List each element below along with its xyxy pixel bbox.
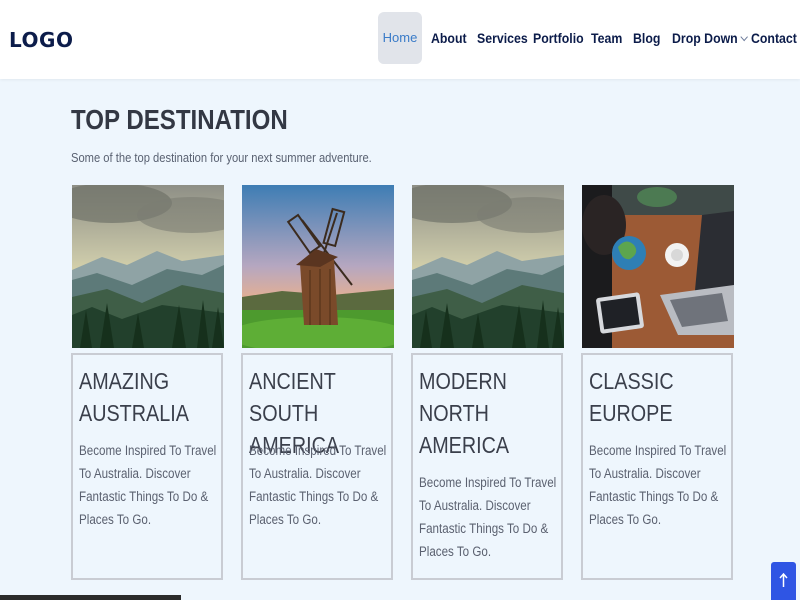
header: LOGO Home About Services Portfolio Team … (0, 0, 800, 79)
card-text: Become Inspired To Travel To Australia. … (79, 443, 217, 527)
nav-services[interactable]: Services (477, 12, 528, 64)
nav-team[interactable]: Team (591, 12, 622, 64)
nav-dropdown-label: Drop Down (672, 30, 738, 46)
logo[interactable]: LOGO (9, 28, 73, 52)
nav-home[interactable]: Home (378, 12, 422, 64)
globe-laptop-image (582, 185, 734, 348)
windmill-image (242, 185, 394, 348)
card-title: MODERN NORTH AMERICA (419, 368, 510, 458)
card-text: Become Inspired To Travel To Australia. … (419, 475, 557, 559)
nav-portfolio[interactable]: Portfolio (533, 12, 584, 64)
destination-card[interactable]: AMAZING AUSTRALIA Become Inspired To Tra… (71, 353, 223, 580)
nav-contact[interactable]: Contact (751, 12, 797, 64)
destination-card[interactable]: ANCIENT SOUTH AMERICA Become Inspired To… (241, 353, 393, 580)
arrow-up-icon (779, 572, 788, 587)
nav-dropdown[interactable]: Drop Down (672, 12, 748, 64)
scroll-top-button[interactable] (771, 562, 796, 600)
mountain-valley-image (412, 185, 564, 348)
mountain-valley-image (72, 185, 224, 348)
card-title: CLASSIC EUROPE (589, 368, 674, 426)
section-title: TOP DESTINATION (71, 104, 288, 135)
destination-card[interactable]: CLASSIC EUROPE Become Inspired To Travel… (581, 353, 733, 580)
nav-blog[interactable]: Blog (633, 12, 660, 64)
section-subtitle: Some of the top destination for your nex… (71, 150, 372, 165)
chevron-down-icon (740, 32, 748, 42)
bottom-scrollbar[interactable] (0, 595, 181, 600)
card-text: Become Inspired To Travel To Australia. … (249, 443, 387, 527)
destination-card[interactable]: MODERN NORTH AMERICA Become Inspired To … (411, 353, 563, 580)
nav-about[interactable]: About (431, 12, 467, 64)
card-title: AMAZING AUSTRALIA (79, 368, 189, 426)
card-text: Become Inspired To Travel To Australia. … (589, 443, 727, 527)
